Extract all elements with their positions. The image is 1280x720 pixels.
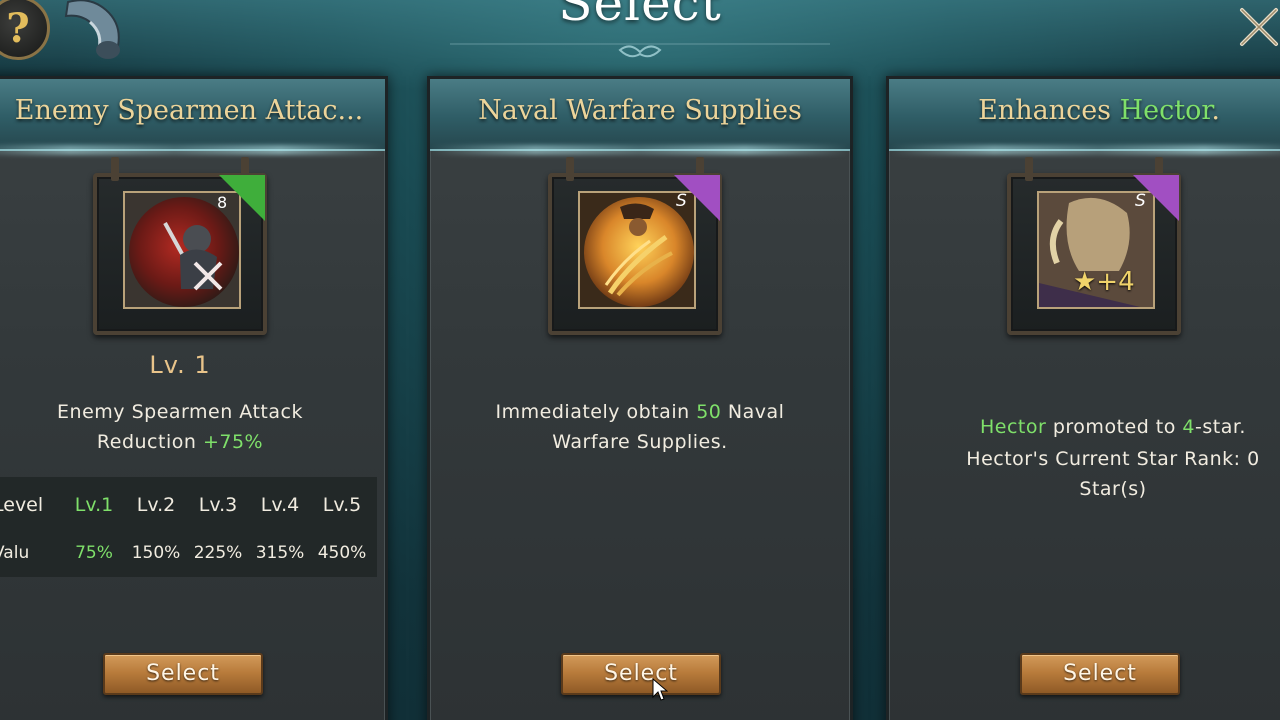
table-row-values: Valu 75% 150% 225% 315% 450% [0,533,377,573]
mouse-cursor-icon [652,678,668,701]
select-button[interactable]: Select [1020,653,1180,695]
table-row-levels: Level Lv.1 Lv.2 Lv.3 Lv.4 Lv.5 [0,485,377,525]
card-title: Enhances Hector. [978,95,1220,126]
select-button[interactable]: Select [561,653,721,695]
value-cell: 450% [317,543,367,563]
card-description: Enemy Spearmen Attack Reduction +75% [57,401,303,453]
rank-badge-label: S [1135,191,1146,211]
level-cell: Lv.2 [136,494,176,516]
screen-title: Select [558,0,722,32]
title-ornament [450,43,830,58]
rank-badge-label: 8 [217,193,228,212]
level-cell: Lv.4 [260,494,300,516]
value-highlight: +75% [202,431,264,453]
card-header: Naval Warfare Supplies [430,79,850,151]
card-header: Enhances Hector. [889,79,1280,151]
value-cell: 315% [255,543,305,563]
value-cell: 225% [193,543,243,563]
choice-card-enhance-hector: Enhances Hector. ★+4 S Hector promoted t… [886,76,1280,720]
level-cell: Lv.1 [74,494,114,516]
level-cell: Lv.5 [322,494,362,516]
level-value-table: Level Lv.1 Lv.2 Lv.3 Lv.4 Lv.5 Valu 75% … [0,477,377,577]
icon-frame: 8 [93,157,267,335]
card-title: Naval Warfare Supplies [478,95,802,126]
star-level-overlay: ★+4 [1073,267,1135,297]
choice-card-spearmen: Enemy Spearmen Attac... 8 Lv. 1 Enemy Sp… [0,76,388,720]
value-cell: 75% [75,543,113,563]
rank-badge-label: S [676,191,687,211]
close-icon[interactable] [1238,6,1280,48]
row-label: Level [0,494,44,516]
icon-frame: ★+4 S [1007,157,1181,335]
card-description: Hector promoted to 4-star. Hector's Curr… [966,416,1260,500]
value-cell: 150% [131,543,181,563]
select-button[interactable]: Select [103,653,263,695]
level-cell: Lv.3 [198,494,238,516]
icon-frame: S [548,157,722,335]
row-label: Valu [0,543,30,563]
value-highlight: 50 [696,401,722,423]
choice-card-naval-supplies: Naval Warfare Supplies S Immediately obt… [427,76,853,720]
card-description: Immediately obtain 50 Naval Warfare Supp… [495,401,785,453]
card-title: Enemy Spearmen Attac... [14,95,364,126]
level-label: Lv. 1 [149,351,211,379]
card-header: Enemy Spearmen Attac... [0,79,385,151]
